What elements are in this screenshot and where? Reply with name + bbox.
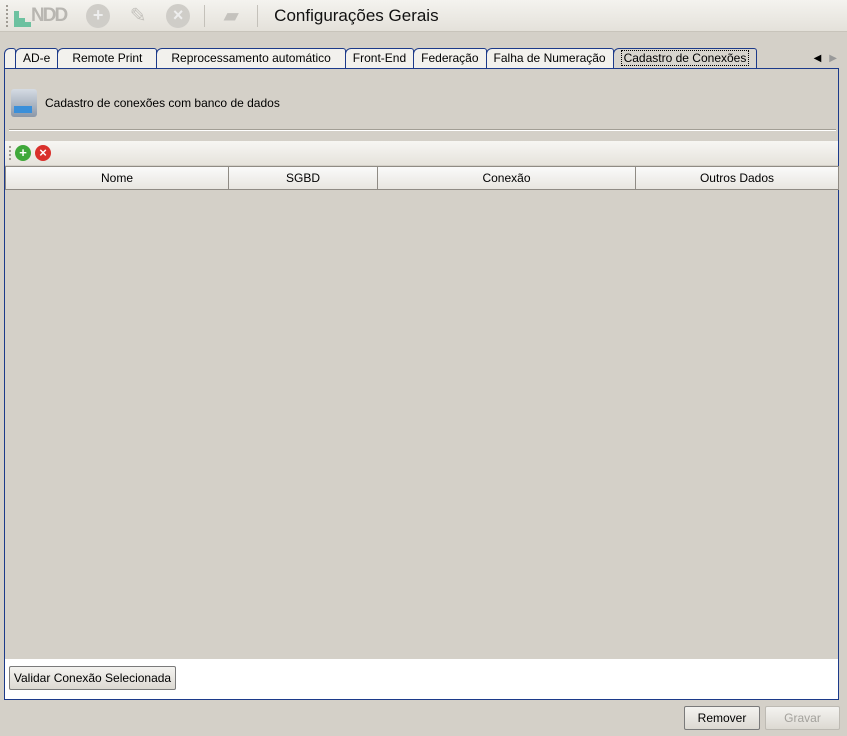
- panel-footer: Validar Conexão Selecionada: [5, 659, 838, 699]
- tab-federacao[interactable]: Federação: [413, 48, 487, 69]
- folder-settings-icon[interactable]: ▰: [219, 4, 243, 28]
- add-icon[interactable]: +: [86, 3, 111, 28]
- tab-cadastro-conexoes[interactable]: Cadastro de Conexões: [612, 48, 758, 70]
- validate-connection-button[interactable]: Validar Conexão Selecionada: [9, 666, 176, 690]
- database-cabinet-icon: [11, 89, 37, 117]
- tab-reprocessamento[interactable]: Reprocessamento automático: [156, 48, 346, 69]
- scroll-right-icon[interactable]: ▶: [829, 53, 837, 64]
- tab-falha-numeracao[interactable]: Falha de Numeração: [485, 48, 614, 69]
- main-toolbar: NDD + ✎ × ▰ Configurações Gerais: [0, 0, 847, 32]
- add-connection-icon[interactable]: +: [15, 145, 31, 161]
- remove-button[interactable]: Remover: [684, 706, 760, 730]
- remove-connection-icon[interactable]: ×: [35, 145, 51, 161]
- tab-panel: Cadastro de conexões com banco de dados …: [4, 68, 839, 700]
- column-sgbd[interactable]: SGBD: [228, 166, 378, 190]
- scroll-left-icon[interactable]: ◀: [814, 53, 822, 64]
- grid-header: Nome SGBD Conexão Outros Dados: [5, 166, 839, 190]
- separator: [257, 4, 259, 27]
- grid-toolbar: + ×: [5, 141, 838, 165]
- window-title: Configurações Gerais: [274, 5, 439, 25]
- divider: [9, 129, 836, 131]
- logo-text: NDD: [31, 4, 68, 26]
- tab-ad-e[interactable]: AD-e: [15, 48, 59, 69]
- edit-pencil-icon[interactable]: ✎: [126, 4, 150, 28]
- separator: [204, 4, 206, 27]
- toolbar-grip[interactable]: [9, 146, 11, 160]
- ndd-logo: NDD: [14, 4, 68, 27]
- tab-label: Cadastro de Conexões: [620, 50, 750, 66]
- save-button[interactable]: Gravar: [765, 706, 840, 730]
- toolbar-grip[interactable]: [6, 4, 8, 27]
- column-conexao[interactable]: Conexão: [377, 166, 636, 190]
- panel-header: Cadastro de conexões com banco de dados: [45, 96, 280, 110]
- cancel-icon[interactable]: ×: [166, 3, 191, 28]
- tab-remote-print[interactable]: Remote Print: [57, 48, 158, 69]
- column-outros-dados[interactable]: Outros Dados: [635, 166, 839, 190]
- tab-strip: AD-e Remote Print Reprocessamento automá…: [4, 48, 758, 70]
- tab-front-end[interactable]: Front-End: [344, 48, 415, 69]
- column-nome[interactable]: Nome: [5, 166, 229, 190]
